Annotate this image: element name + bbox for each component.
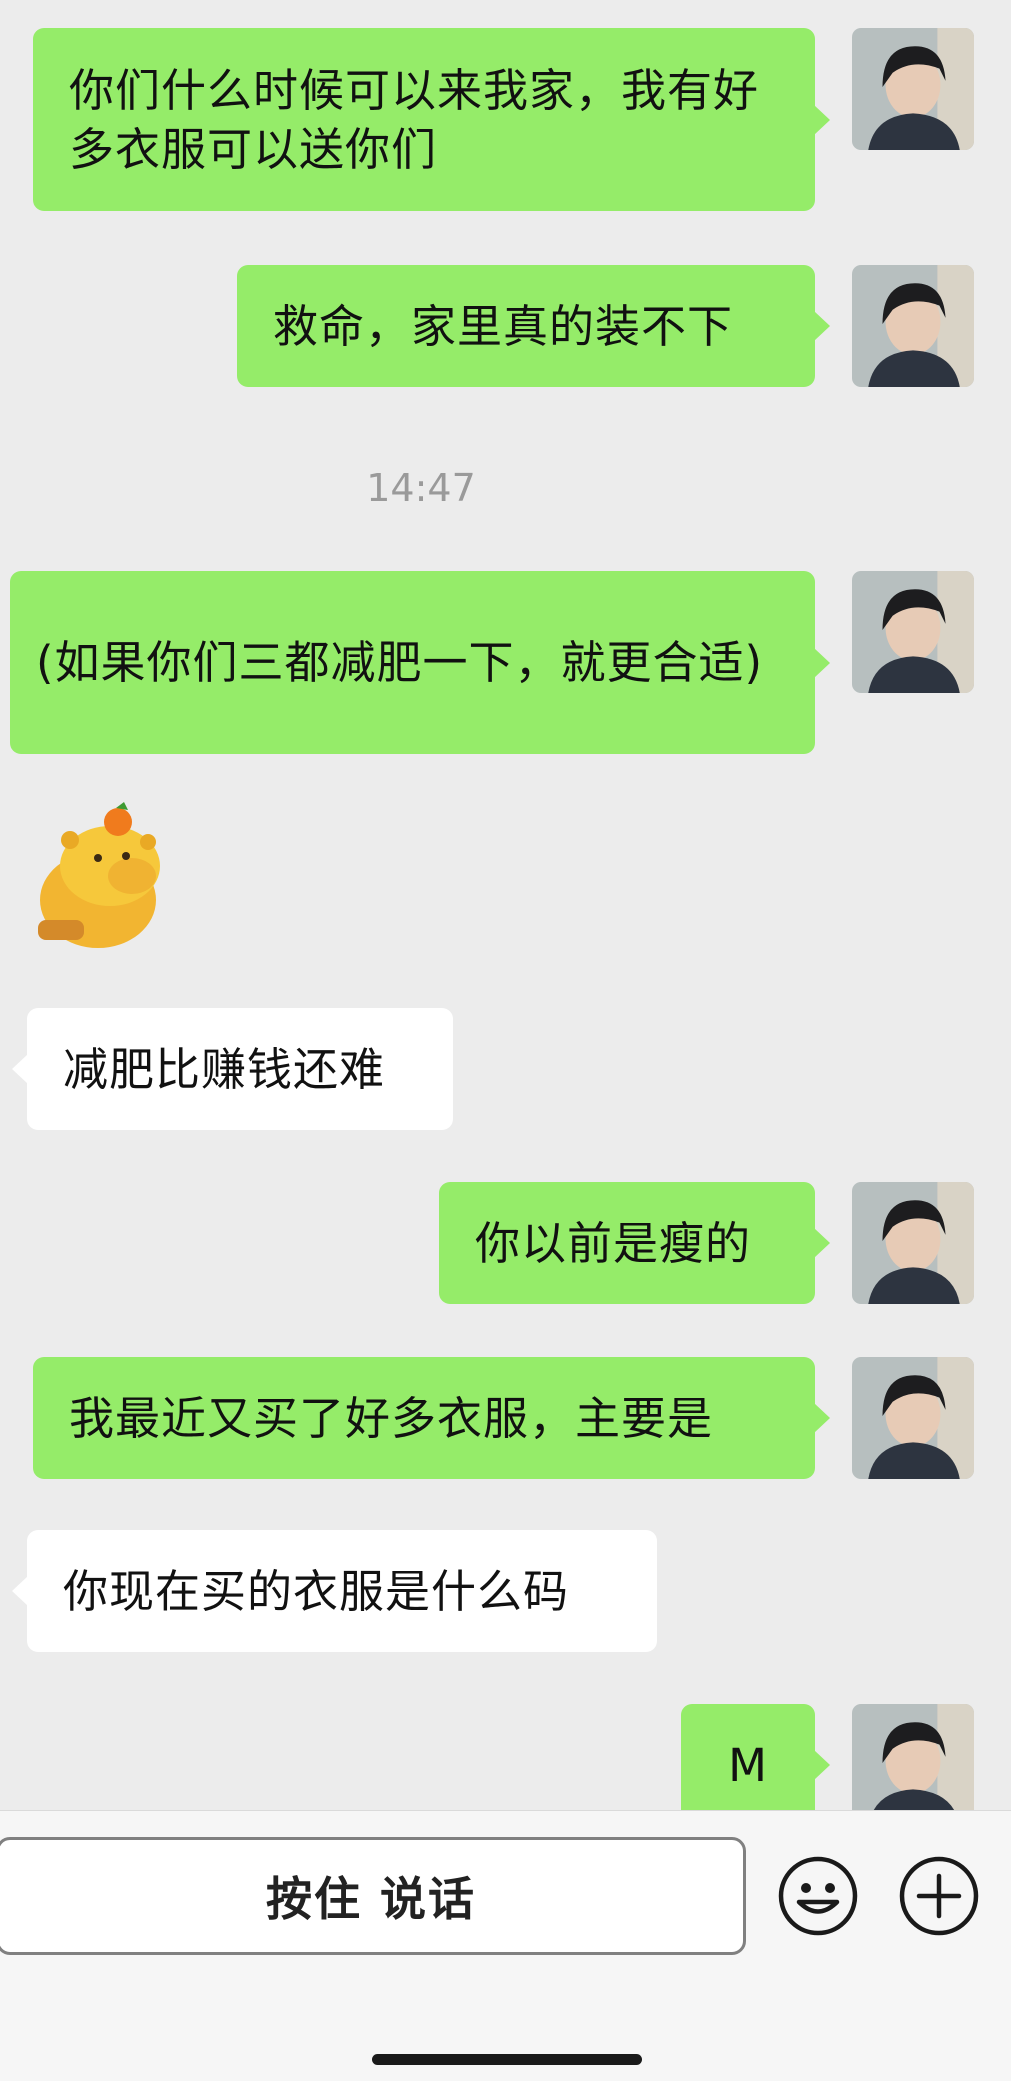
sticker[interactable] [28,800,168,950]
message-bubble[interactable]: 减肥比赚钱还难 [27,1008,453,1130]
message-bubble[interactable]: 救命，家里真的装不下 [237,265,815,387]
message-bubble[interactable]: (如果你们三都减肥一下，就更合适) [10,571,815,754]
home-indicator [372,2054,642,2065]
message-text: 我最近又买了好多衣服，主要是 [69,1391,714,1445]
message-text: 你以前是瘦的 [475,1216,752,1270]
message-text: M [728,1738,768,1792]
message-text: 你们什么时候可以来我家，我有好多衣服可以送你们 [69,63,760,176]
avatar[interactable] [852,1357,974,1479]
hold-to-talk-button[interactable]: 按住 说话 [0,1837,746,1955]
message-bubble[interactable]: 你现在买的衣服是什么码 [27,1530,657,1652]
hold-to-talk-label: 按住 说话 [265,1872,476,1926]
message-bubble[interactable]: 你以前是瘦的 [439,1182,815,1304]
message-text: 减肥比赚钱还难 [63,1042,386,1096]
emoji-button[interactable] [777,1855,859,1937]
avatar[interactable] [852,571,974,693]
message-text: 你现在买的衣服是什么码 [63,1564,570,1618]
message-bubble[interactable]: M [681,1704,815,1810]
message-text: 救命，家里真的装不下 [273,299,734,353]
avatar[interactable] [852,265,974,387]
smiley-icon [778,1856,858,1936]
avatar[interactable] [852,1182,974,1304]
avatar[interactable] [852,1704,974,1810]
message-bubble[interactable]: 你们什么时候可以来我家，我有好多衣服可以送你们 [33,28,815,211]
capybara-sticker-icon [38,802,160,948]
avatar[interactable] [852,28,974,150]
input-bar: 按住 说话 [0,1810,1011,2081]
add-button[interactable] [898,1855,980,1937]
plus-circle-icon [899,1856,979,1936]
timestamp: 14:47 [366,466,476,510]
message-bubble[interactable]: 我最近又买了好多衣服，主要是 [33,1357,815,1479]
message-text: (如果你们三都减肥一下，就更合适) [36,636,764,689]
chat-area[interactable]: 你们什么时候可以来我家，我有好多衣服可以送你们 救命，家里真的装不下 14:47… [0,0,1011,1810]
